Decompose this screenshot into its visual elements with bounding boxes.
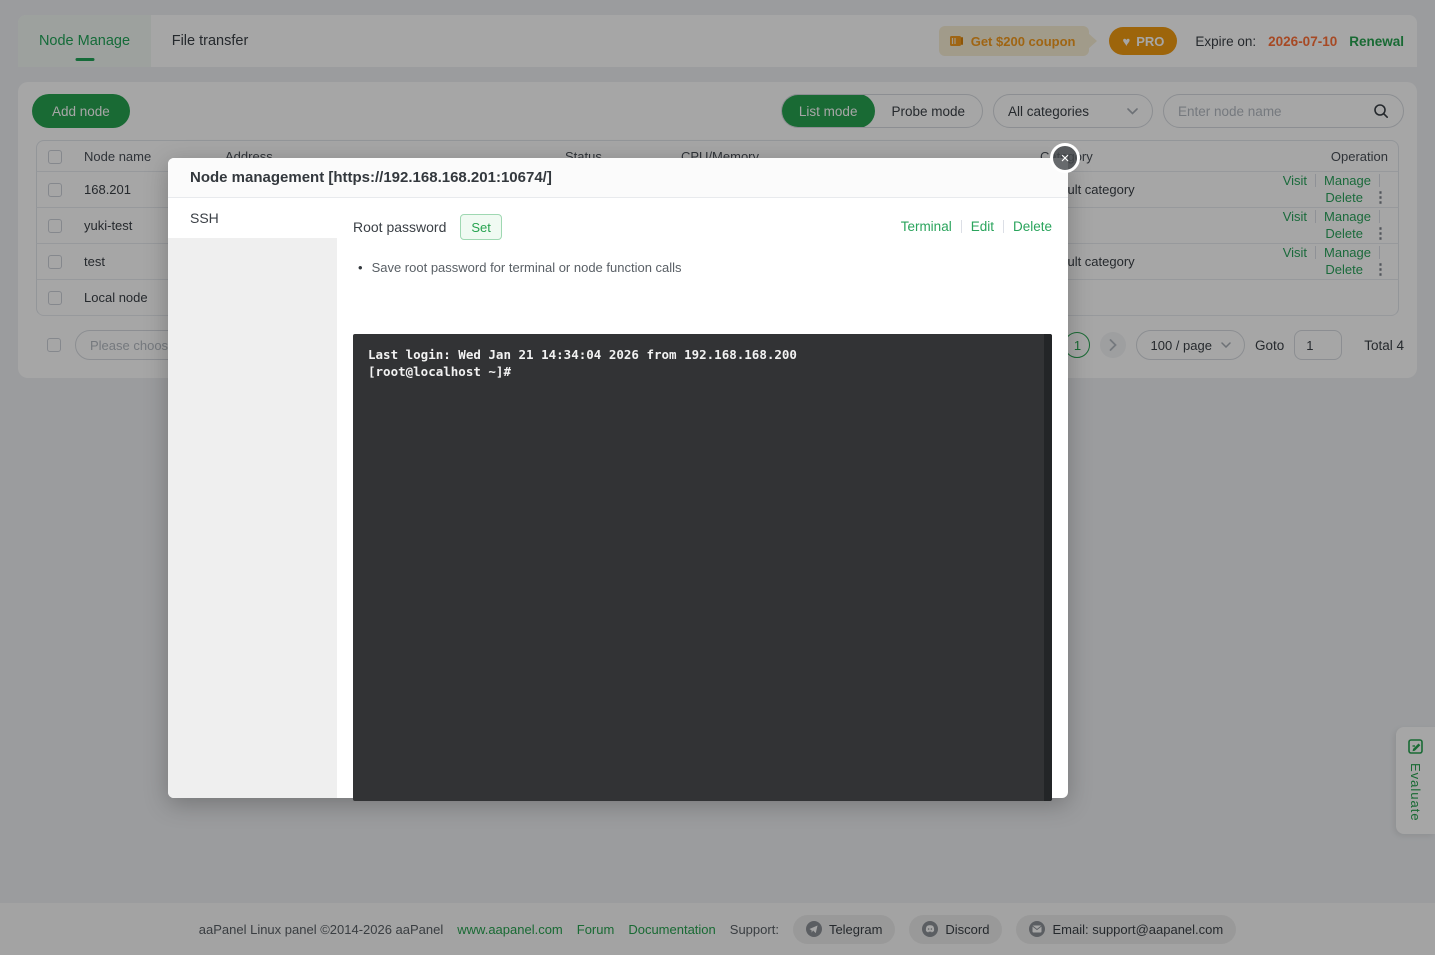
password-note-text: Save root password for terminal or node …: [372, 260, 682, 275]
edit-link[interactable]: Edit: [971, 219, 994, 234]
terminal-link[interactable]: Terminal: [901, 219, 952, 234]
node-management-modal: × Node management [https://192.168.168.2…: [168, 158, 1068, 798]
set-password-button[interactable]: Set: [460, 214, 502, 240]
modal-header: Node management [https://192.168.168.201…: [168, 158, 1068, 198]
terminal-scrollbar[interactable]: [1044, 334, 1052, 801]
modal-actions: Terminal Edit Delete: [901, 219, 1052, 234]
password-note: • Save root password for terminal or nod…: [358, 260, 682, 275]
sidebar-item-ssh[interactable]: SSH: [168, 198, 337, 238]
divider: [961, 220, 962, 233]
root-password-row: Root password Set: [353, 214, 502, 240]
modal-content: Root password Set Terminal Edit Delete •…: [337, 198, 1068, 798]
modal-sidebar: SSH: [168, 198, 337, 798]
root-password-label: Root password: [353, 219, 446, 235]
bullet-icon: •: [358, 260, 363, 275]
close-icon[interactable]: ×: [1050, 143, 1080, 173]
ssh-terminal[interactable]: Last login: Wed Jan 21 14:34:04 2026 fro…: [353, 334, 1052, 801]
terminal-line: [root@localhost ~]#: [368, 363, 1028, 380]
delete-link[interactable]: Delete: [1013, 219, 1052, 234]
modal-body: SSH Root password Set Terminal Edit Dele…: [168, 198, 1068, 798]
divider: [1003, 220, 1004, 233]
modal-title: Node management [https://192.168.168.201…: [190, 169, 552, 186]
terminal-line: Last login: Wed Jan 21 14:34:04 2026 fro…: [368, 346, 1028, 363]
